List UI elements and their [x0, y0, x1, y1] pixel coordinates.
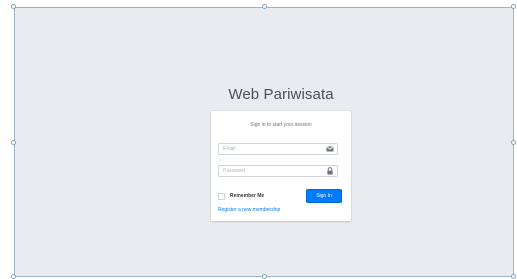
- register-link[interactable]: Register a new membership: [218, 207, 280, 213]
- login-card: Sign in to start your session Remember M…: [211, 111, 351, 221]
- login-box-message: Sign in to start your session: [250, 122, 312, 128]
- password-input[interactable]: [219, 166, 323, 176]
- resize-handle-right[interactable]: [511, 140, 516, 145]
- login-page: Web Pariwisata Sign in to start your ses…: [14, 7, 514, 277]
- resize-handle-top[interactable]: [262, 4, 267, 9]
- remember-me-label: Remember Me: [230, 193, 265, 199]
- resize-handle-bottom-left[interactable]: [11, 274, 16, 279]
- lock-icon: [327, 167, 333, 175]
- envelope-icon: [326, 146, 334, 152]
- password-input-group: [218, 165, 338, 177]
- resize-handle-bottom[interactable]: [262, 274, 267, 279]
- resize-handle-top-left[interactable]: [11, 4, 16, 9]
- app-title: Web Pariwisata: [228, 86, 334, 103]
- resize-handle-left[interactable]: [11, 140, 16, 145]
- resize-handle-bottom-right[interactable]: [511, 274, 516, 279]
- email-input[interactable]: [219, 144, 323, 154]
- remember-me-checkbox[interactable]: [218, 193, 225, 200]
- email-input-group: [218, 143, 338, 155]
- canvas: Web Pariwisata Sign in to start your ses…: [0, 0, 517, 279]
- sign-in-button[interactable]: Sign In: [306, 189, 342, 203]
- resize-handle-top-right[interactable]: [511, 4, 516, 9]
